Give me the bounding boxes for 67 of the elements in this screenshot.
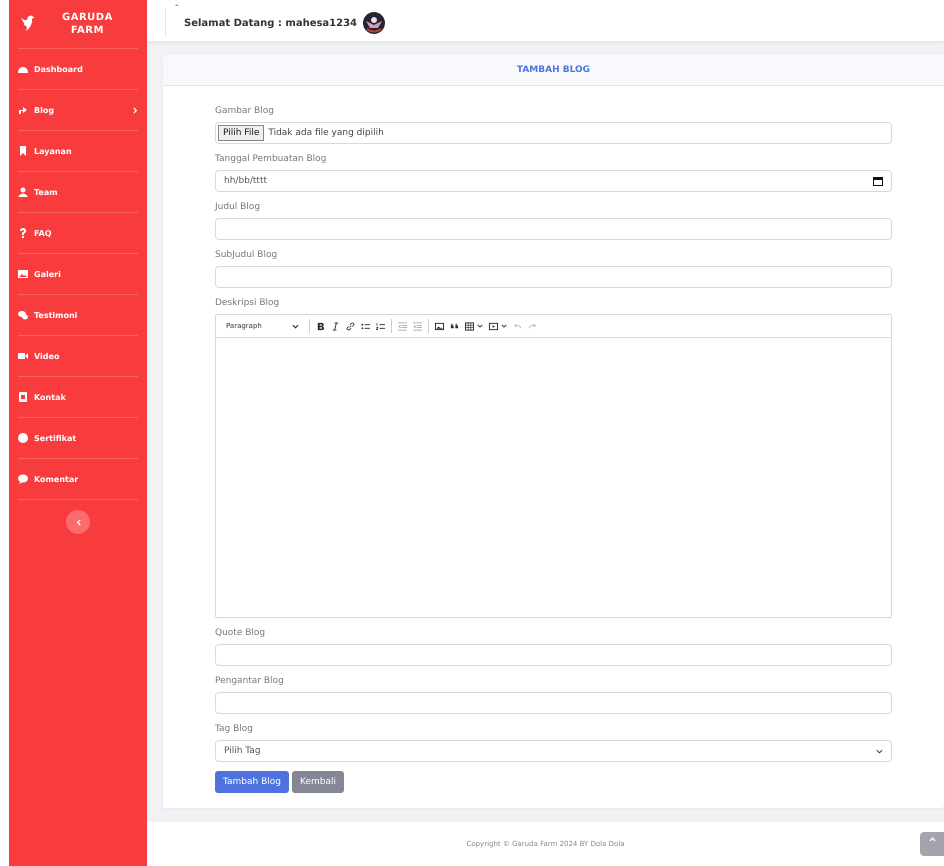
sidebar-item[interactable]: Team bbox=[18, 172, 138, 213]
media-icon[interactable] bbox=[488, 322, 498, 331]
sidebar-item[interactable]: Blog bbox=[18, 90, 138, 131]
numbered-list-icon[interactable] bbox=[376, 322, 385, 331]
file-input-field[interactable]: Pilih File Tidak ada file yang dipilih bbox=[215, 122, 892, 144]
chevron-right-icon bbox=[133, 106, 138, 114]
video-icon bbox=[18, 351, 28, 361]
submit-button[interactable]: Tambah Blog bbox=[215, 771, 289, 794]
choose-file-button[interactable]: Pilih File bbox=[218, 125, 264, 142]
comment-icon bbox=[18, 474, 28, 484]
caret-icon[interactable] bbox=[500, 324, 507, 328]
back-button[interactable]: Kembali bbox=[292, 771, 344, 794]
quote-icon[interactable] bbox=[450, 322, 459, 331]
gauge-icon bbox=[18, 64, 28, 74]
sidebar-item[interactable]: Kontak bbox=[18, 377, 138, 418]
sidebar-item[interactable]: Sertifikat bbox=[18, 418, 138, 459]
sidebar-item[interactable]: Layanan bbox=[18, 131, 138, 172]
chevron-left-icon bbox=[76, 518, 80, 526]
share-icon bbox=[18, 105, 28, 115]
field-label: Gambar Blog bbox=[215, 105, 275, 118]
caret-icon[interactable] bbox=[476, 324, 483, 328]
circle-icon bbox=[18, 433, 28, 443]
file-status-text: Tidak ada file yang dipilih bbox=[268, 128, 384, 138]
field-label: Deskripsi Blog bbox=[215, 297, 280, 310]
field-label: Quote Blog bbox=[215, 627, 266, 640]
sidebar-toggle-button[interactable] bbox=[66, 510, 90, 534]
sidebar-item[interactable]: FAQ bbox=[18, 213, 138, 254]
field-label: SubJudul Blog bbox=[215, 249, 278, 262]
date-input-field[interactable]: hh/bb/tttt bbox=[215, 170, 892, 192]
field-label: Tanggal Pembuatan Blog bbox=[215, 153, 328, 166]
text-input-field[interactable] bbox=[215, 644, 892, 666]
user-icon bbox=[18, 187, 28, 197]
header-dash: - bbox=[175, 0, 179, 11]
italic-icon[interactable] bbox=[330, 322, 340, 331]
contact-icon bbox=[18, 392, 28, 402]
text-input-field[interactable] bbox=[215, 692, 892, 714]
question-icon bbox=[18, 228, 28, 238]
field-label: Judul Blog bbox=[215, 201, 262, 214]
link-icon[interactable] bbox=[346, 322, 355, 331]
indent-icon[interactable] bbox=[412, 322, 422, 331]
bookmark-icon bbox=[18, 146, 28, 156]
sidebar-item[interactable]: Galeri bbox=[18, 254, 138, 295]
avatar-icon[interactable] bbox=[363, 12, 386, 34]
field-label: Pengantar Blog bbox=[215, 675, 285, 688]
tag-select-field[interactable]: Pilih Tag bbox=[215, 740, 892, 762]
bold-icon[interactable] bbox=[316, 322, 325, 331]
chevron-up-icon bbox=[928, 837, 936, 842]
sidebar-item[interactable]: Dashboard bbox=[18, 49, 138, 90]
table-icon[interactable] bbox=[464, 322, 474, 331]
card-title: TAMBAH BLOG bbox=[516, 65, 590, 76]
caret-icon bbox=[292, 324, 299, 329]
image-icon[interactable] bbox=[434, 322, 444, 331]
bullet-list-icon[interactable] bbox=[360, 322, 370, 331]
sidebar-item[interactable]: Komentar bbox=[18, 459, 138, 500]
welcome-text: Selamat Datang : mahesa1234 bbox=[184, 18, 358, 29]
caret-icon bbox=[876, 748, 883, 754]
brand-name: GARUDA bbox=[62, 11, 113, 24]
field-label: Tag Blog bbox=[215, 723, 254, 736]
sidebar-item[interactable]: Testimoni bbox=[18, 295, 138, 336]
sidebar-item[interactable]: Video bbox=[18, 336, 138, 377]
calendar-icon[interactable] bbox=[873, 176, 883, 186]
text-input-field[interactable] bbox=[215, 218, 892, 240]
image-icon bbox=[18, 269, 28, 279]
brand-name: FARM bbox=[70, 24, 104, 37]
text-input-field[interactable] bbox=[215, 266, 892, 288]
comments-icon bbox=[18, 310, 28, 320]
outdent-icon[interactable] bbox=[398, 322, 407, 331]
